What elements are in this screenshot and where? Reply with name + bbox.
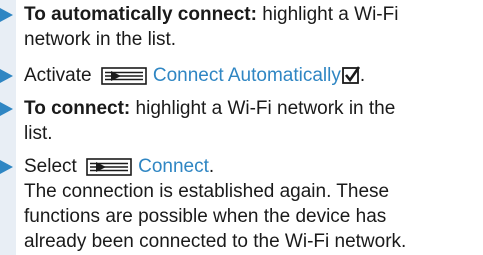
connect-automatically-label: Connect Automatically: [152, 65, 341, 86]
step-4-result-line-2: functions are possible when the device h…: [24, 206, 387, 227]
step-1-text: highlight a Wi-Fi: [256, 4, 399, 25]
step-4-result-line-1: The connection is established again. The…: [24, 181, 390, 202]
checkbox-checked-icon: [341, 66, 360, 84]
step-2-prefix: Activate: [24, 65, 97, 86]
step-2: Activate Connect Automatically .: [0, 63, 479, 88]
step-3-text-cont: list.: [24, 123, 53, 144]
menu-button-icon: [86, 158, 132, 176]
step-4-result-line-3: already been connected to the Wi-Fi netw…: [24, 231, 407, 252]
triangle-arrow-icon: [0, 160, 13, 174]
step-3-bold: To connect:: [24, 98, 131, 119]
triangle-arrow-icon: [0, 102, 13, 116]
step-3: To connect: highlight a Wi-Fi network in…: [0, 96, 479, 146]
connect-label: Connect: [138, 156, 209, 177]
step-2-suffix: .: [359, 65, 366, 86]
step-4-prefix: Select: [24, 156, 83, 177]
menu-button-icon: [101, 67, 147, 85]
triangle-arrow-icon: [0, 8, 13, 22]
step-1: To automatically connect: highlight a Wi…: [0, 2, 479, 52]
step-4: Select Connect. The connection is establ…: [0, 154, 479, 254]
step-4-suffix: .: [208, 156, 215, 177]
step-1-text-cont: network in the list.: [24, 29, 177, 50]
left-margin-bar: [0, 0, 16, 255]
step-3-text: highlight a Wi-Fi network in the: [130, 98, 396, 119]
triangle-arrow-icon: [0, 69, 13, 83]
step-1-bold: To automatically connect:: [24, 4, 257, 25]
